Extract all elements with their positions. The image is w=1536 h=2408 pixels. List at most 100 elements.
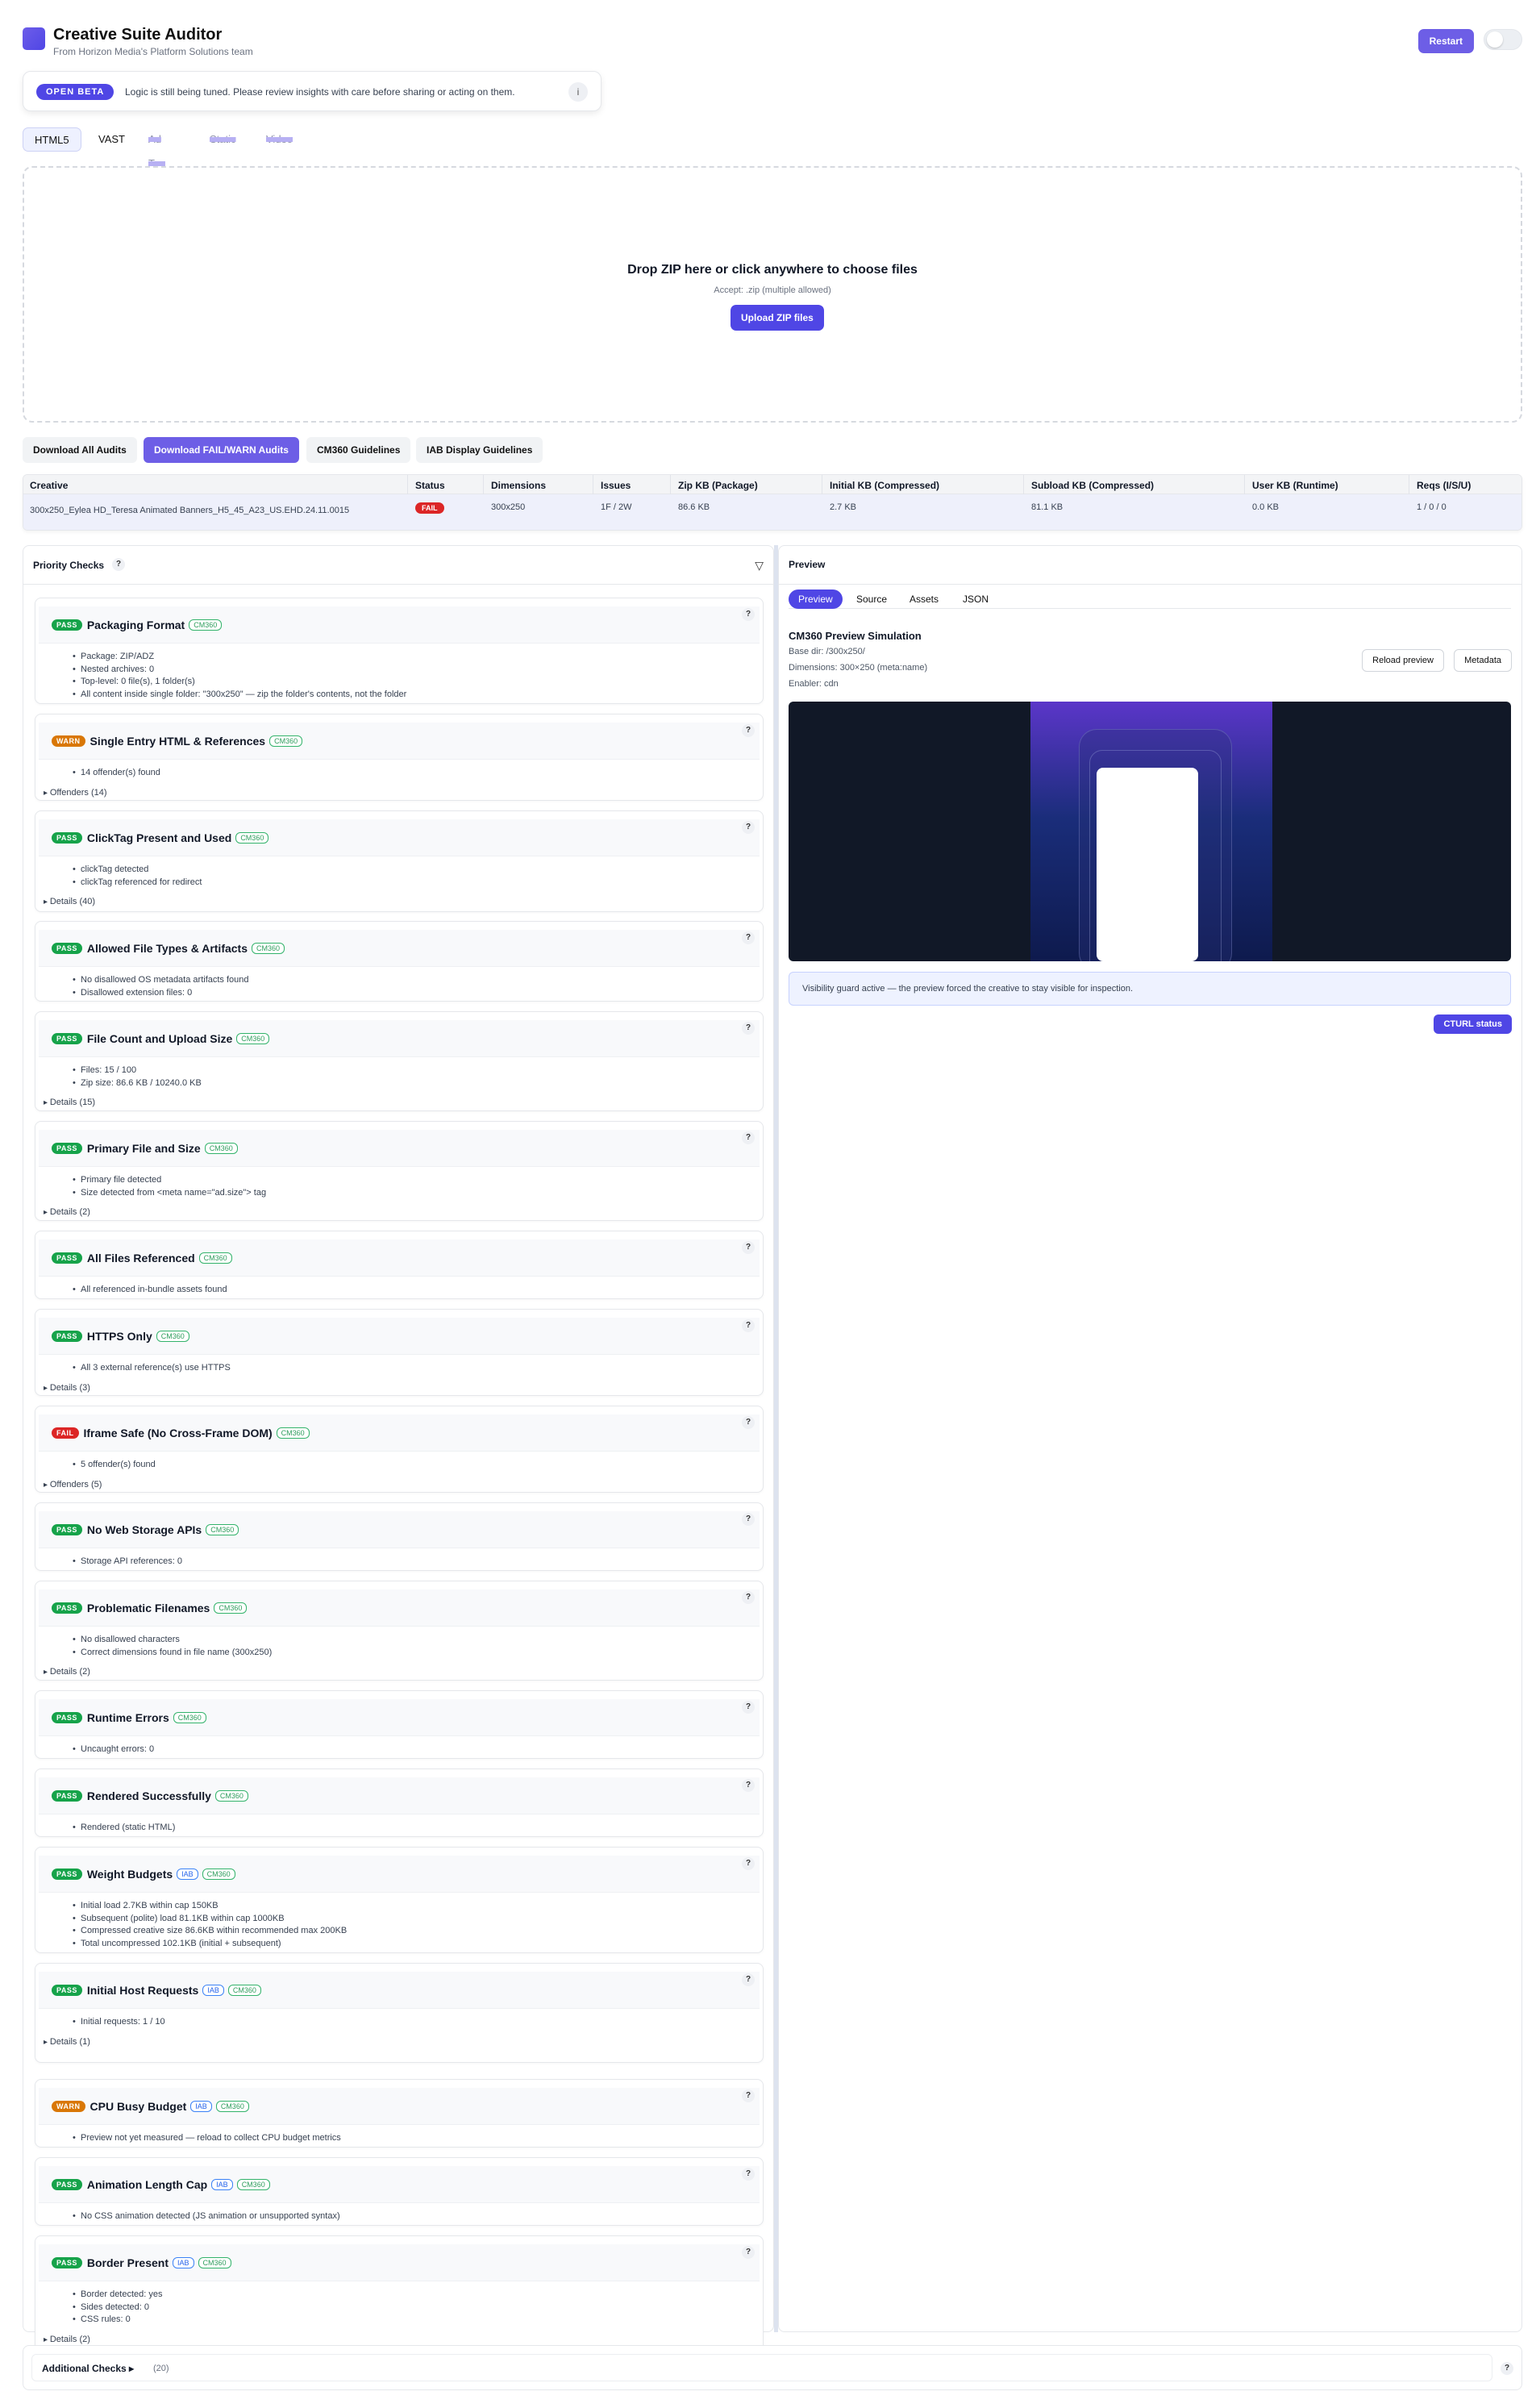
col-reqs[interactable]: Reqs (I/S/U) — [1417, 480, 1471, 491]
cm360-guidelines-button[interactable]: CM360 Guidelines — [306, 437, 411, 463]
check-item: 5 offender(s) found — [73, 1459, 156, 1472]
details-toggle[interactable]: Details (15) — [44, 1098, 95, 1107]
help-icon[interactable]: ? — [742, 1022, 755, 1035]
preview-panel: Preview Preview Source Assets JSON CM360… — [778, 545, 1522, 2332]
toggle-knob — [1487, 31, 1503, 48]
col-issues[interactable]: Issues — [601, 480, 631, 491]
col-initial-kb[interactable]: Initial KB (Compressed) — [830, 480, 939, 491]
tab-vast[interactable]: VAST — [87, 127, 136, 152]
details-toggle[interactable]: Details (2) — [44, 1667, 90, 1677]
col-user-kb[interactable]: User KB (Runtime) — [1252, 480, 1338, 491]
help-icon[interactable]: ? — [1501, 2362, 1513, 2375]
additional-checks-toggle[interactable]: Additional Checks ▸ (20) — [31, 2354, 1492, 2381]
cturl-status-button[interactable]: CTURL status — [1434, 1014, 1512, 1034]
help-icon[interactable]: ? — [742, 1513, 755, 1526]
help-icon[interactable]: ? — [742, 1973, 755, 1986]
help-icon[interactable]: ? — [742, 2089, 755, 2102]
row-zip-kb: 86.6 KB — [678, 502, 710, 512]
check-title: Runtime Errors — [86, 1711, 169, 1724]
help-icon[interactable]: ? — [742, 1701, 755, 1714]
help-icon[interactable]: ? — [742, 1779, 755, 1792]
help-icon[interactable]: ? — [112, 558, 125, 571]
tag-cm360: CM360 — [236, 2179, 270, 2190]
help-icon[interactable]: ? — [742, 2246, 755, 2259]
details-toggle[interactable]: Offenders (14) — [44, 788, 107, 798]
tab-assets[interactable]: Assets — [900, 590, 948, 609]
tab-json[interactable]: JSON — [953, 590, 998, 609]
help-icon[interactable]: ? — [742, 608, 755, 621]
help-icon[interactable]: ? — [742, 1857, 755, 1870]
help-icon[interactable]: ? — [742, 2168, 755, 2181]
beta-notice: OPEN BETA Logic is still being tuned. Pl… — [23, 71, 601, 111]
tag-cm360: CM360 — [189, 619, 223, 631]
restart-button[interactable]: Restart — [1417, 29, 1474, 53]
check-items: Package: ZIP/ADZNested archives: 0Top-le… — [73, 651, 406, 701]
details-toggle[interactable]: Details (3) — [44, 1383, 90, 1393]
tag-cm360: CM360 — [269, 735, 303, 747]
table-row[interactable]: 300x250_Eylea HD_Teresa Animated Banners… — [23, 494, 1521, 530]
details-toggle[interactable]: Details (2) — [44, 2335, 90, 2344]
download-failwarn-button[interactable]: Download FAIL/WARN Audits — [144, 437, 299, 463]
upload-zip-button[interactable]: Upload ZIP files — [731, 305, 824, 331]
check-item: Uncaught errors: 0 — [73, 1744, 154, 1756]
metadata-button[interactable]: Metadata — [1454, 649, 1512, 672]
check-items: Primary file detectedSize detected from … — [73, 1174, 266, 1199]
tag-cm360: CM360 — [198, 2257, 231, 2268]
help-icon[interactable]: ? — [742, 724, 755, 737]
details-toggle[interactable]: Details (40) — [44, 897, 95, 906]
filter-icon[interactable]: ▽ — [755, 559, 764, 573]
col-subload-kb[interactable]: Subload KB (Compressed) — [1031, 480, 1154, 491]
col-creative[interactable]: Creative — [30, 480, 68, 491]
theme-toggle[interactable] — [1484, 29, 1522, 50]
col-zip-kb[interactable]: Zip KB (Package) — [678, 480, 758, 491]
check-title: Packaging Format — [86, 619, 185, 631]
check-card: WARN CPU Busy BudgetIABCM360? Preview not … — [35, 2079, 764, 2148]
check-item: All referenced in-bundle assets found — [73, 1284, 227, 1297]
col-dimensions[interactable]: Dimensions — [491, 480, 546, 491]
check-item: Initial load 2.7KB within cap 150KB — [73, 1900, 347, 1913]
results-table: Creative Status Dimensions Issues Zip KB… — [23, 474, 1522, 531]
check-item: No disallowed characters — [73, 1634, 272, 1647]
row-subload-kb: 81.1 KB — [1031, 502, 1064, 512]
check-item: Package: ZIP/ADZ — [73, 651, 406, 664]
help-icon[interactable]: ? — [742, 821, 755, 834]
check-card: PASS ClickTag Present and UsedCM360? click… — [35, 810, 764, 912]
check-card: PASS Rendered SuccessfullyCM360? Rendered … — [35, 1769, 764, 1837]
preview-dimensions: Dimensions: 300×250 (meta:name) — [789, 663, 928, 673]
tag-cm360: CM360 — [227, 1985, 261, 1996]
check-title-row: PASS Border Present IAB CM360 — [52, 2256, 231, 2269]
status-badge: PASS — [52, 1524, 82, 1535]
table-header: Creative Status Dimensions Issues Zip KB… — [23, 475, 1521, 494]
tab-html5[interactable]: HTML5 — [23, 127, 81, 152]
help-icon[interactable]: ? — [742, 1591, 755, 1604]
help-icon[interactable]: ? — [742, 1241, 755, 1254]
check-card: WARN Single Entry HTML & References CM360?… — [35, 714, 764, 801]
additional-checks: Additional Checks ▸ (20) ? — [23, 2345, 1522, 2390]
tab-source[interactable]: Source — [847, 590, 897, 609]
check-items: Preview not yet measured — reload to col… — [73, 2132, 341, 2145]
zip-dropzone[interactable]: Drop ZIP here or click anywhere to choos… — [23, 166, 1522, 423]
iab-guidelines-button[interactable]: IAB Display Guidelines — [416, 437, 543, 463]
creative-preview-frame[interactable] — [789, 702, 1511, 961]
help-icon[interactable]: ? — [742, 1319, 755, 1332]
details-toggle[interactable]: Details (2) — [44, 1207, 90, 1217]
reload-preview-button[interactable]: Reload preview — [1362, 649, 1444, 672]
help-icon[interactable]: ? — [742, 1131, 755, 1144]
status-badge: PASS — [52, 1712, 82, 1723]
tab-preview[interactable]: Preview — [789, 590, 843, 609]
base-dir: Base dir: /300x250/ — [789, 647, 865, 656]
details-toggle[interactable]: Offenders (5) — [44, 1480, 102, 1489]
check-title-row: PASS All Files Referenced CM360 — [52, 1252, 232, 1264]
info-icon[interactable]: i — [568, 82, 588, 102]
check-item: Initial requests: 1 / 10 — [73, 2016, 165, 2029]
details-toggle[interactable]: Details (1) — [44, 2037, 90, 2047]
row-user-kb: 0.0 KB — [1252, 502, 1280, 512]
additional-checks-count: (20) — [153, 2364, 169, 2373]
help-icon[interactable]: ? — [742, 1416, 755, 1429]
tag-cm360: CM360 — [276, 1427, 310, 1439]
download-all-button[interactable]: Download All Audits — [23, 437, 137, 463]
check-card: PASS Initial Host RequestsIABCM360? Initia… — [35, 1963, 764, 2063]
help-icon[interactable]: ? — [742, 931, 755, 944]
tag-cm360: CM360 — [214, 1790, 248, 1802]
col-status[interactable]: Status — [415, 480, 445, 491]
